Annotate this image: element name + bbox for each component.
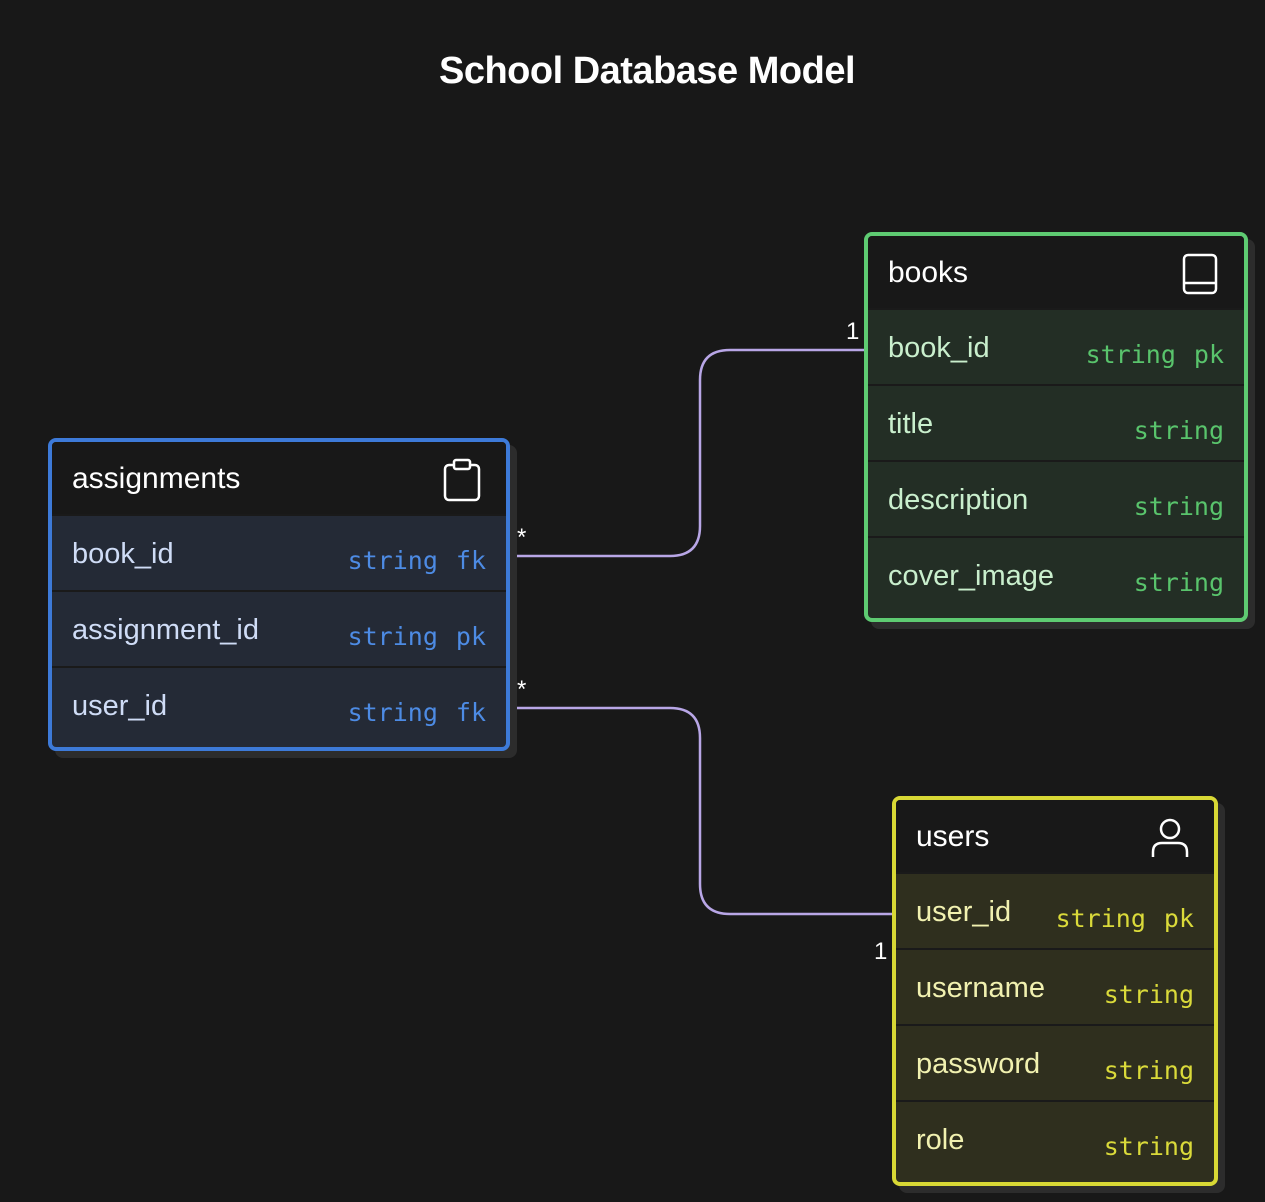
relationship-line-user <box>500 706 902 916</box>
field-type: string <box>1103 1056 1194 1085</box>
entity-name: books <box>888 256 969 289</box>
cardinality-many-books: * <box>517 524 527 551</box>
book-icon <box>1182 253 1218 295</box>
field-name: cover_image <box>888 560 1055 592</box>
entity-books[interactable]: books book_id string pk title string desc… <box>864 232 1248 622</box>
field-row[interactable]: book_id string pk <box>868 308 1244 384</box>
entity-header: users <box>896 800 1214 872</box>
entity-name: users <box>916 820 990 853</box>
entity-assignments[interactable]: assignments book_id string fk assignment_… <box>48 438 510 751</box>
cardinality-one-books: 1 <box>846 318 860 345</box>
field-row[interactable]: role string <box>896 1100 1214 1176</box>
user-icon <box>1151 818 1189 857</box>
entity-header: books <box>868 236 1244 308</box>
field-row[interactable]: cover_image string <box>868 536 1244 612</box>
field-type: string pk <box>1085 340 1224 369</box>
field-row[interactable]: username string <box>896 948 1214 1024</box>
field-name: book_id <box>72 538 174 570</box>
field-name: book_id <box>888 332 990 364</box>
field-name: user_id <box>72 690 168 722</box>
field-name: description <box>888 484 1029 516</box>
relationship-line-book <box>500 348 876 558</box>
field-type: string <box>1133 492 1224 521</box>
entity-users[interactable]: users user_id string pk username string p… <box>892 796 1218 1186</box>
field-type: string pk <box>347 622 486 651</box>
field-row[interactable]: user_id string fk <box>52 666 506 742</box>
field-type: string fk <box>347 698 486 727</box>
cardinality-many-users: * <box>517 676 527 703</box>
clipboard-icon <box>443 458 481 502</box>
field-type: string fk <box>347 546 486 575</box>
field-row[interactable]: assignment_id string pk <box>52 590 506 666</box>
field-type: string <box>1133 416 1224 445</box>
entity-name: assignments <box>72 462 241 495</box>
field-name: role <box>916 1124 965 1156</box>
field-row[interactable]: description string <box>868 460 1244 536</box>
field-row[interactable]: title string <box>868 384 1244 460</box>
cardinality-one-users: 1 <box>874 938 888 965</box>
field-type: string <box>1103 980 1194 1009</box>
field-row[interactable]: book_id string fk <box>52 514 506 590</box>
field-name: user_id <box>916 896 1012 928</box>
entity-header: assignments <box>52 442 506 514</box>
field-row[interactable]: user_id string pk <box>896 872 1214 948</box>
field-type: string pk <box>1055 904 1194 933</box>
field-row[interactable]: password string <box>896 1024 1214 1100</box>
field-name: username <box>916 972 1045 1004</box>
field-name: title <box>888 408 934 440</box>
field-type: string <box>1133 568 1224 597</box>
field-type: string <box>1103 1132 1194 1161</box>
field-name: assignment_id <box>72 614 259 646</box>
field-name: password <box>916 1048 1041 1080</box>
